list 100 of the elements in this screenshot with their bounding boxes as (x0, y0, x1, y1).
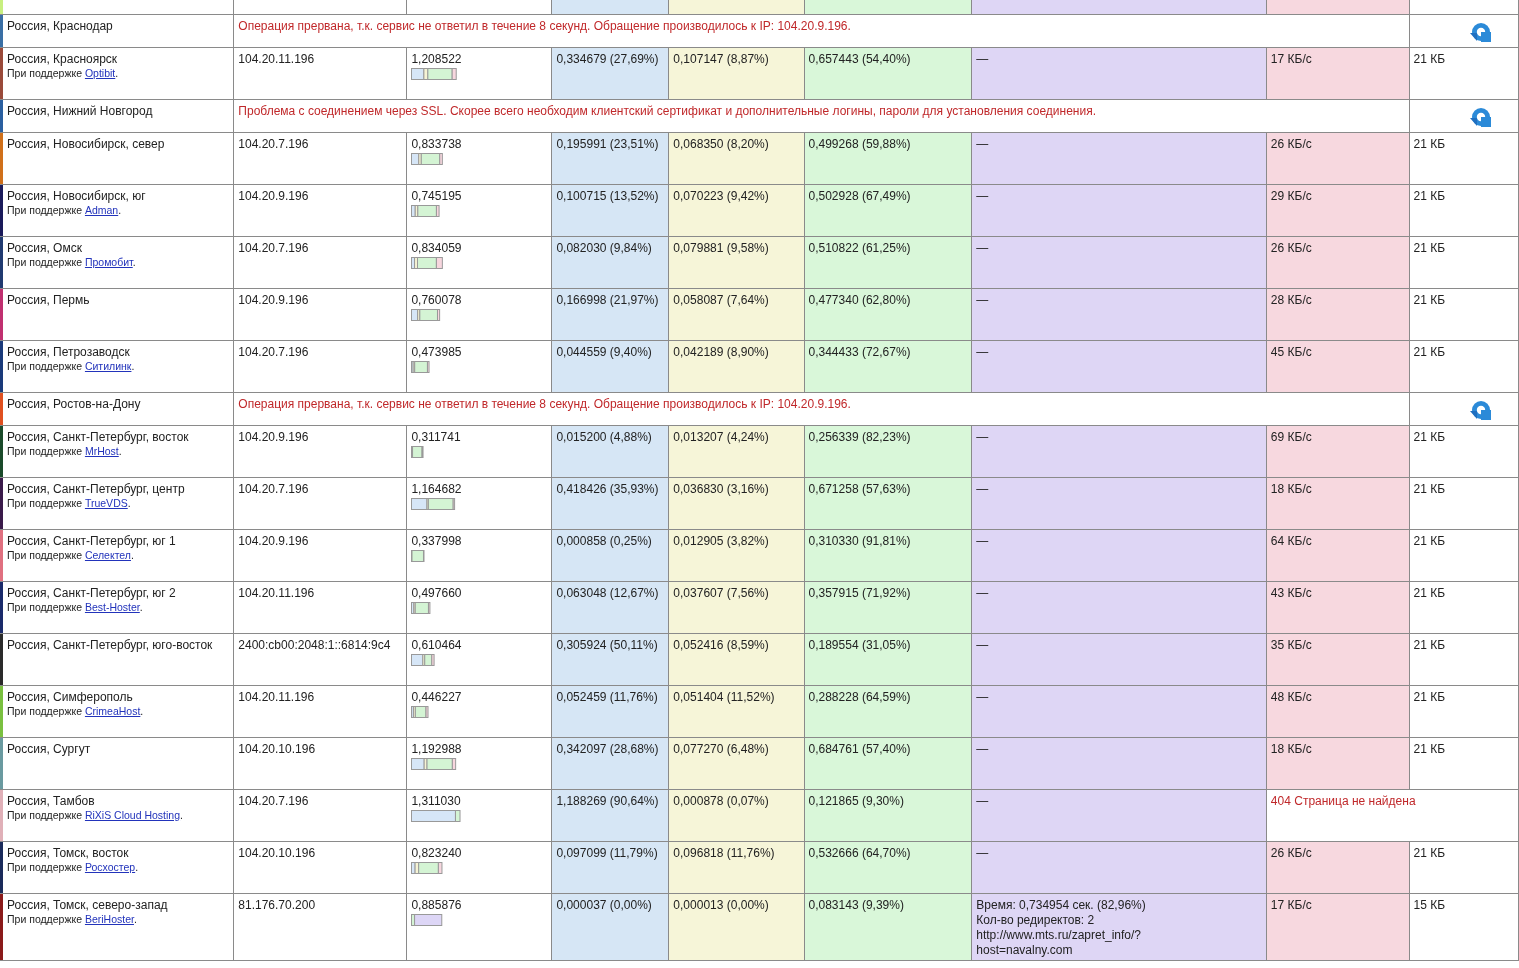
sponsor-link[interactable]: Промобит (84, 256, 133, 268)
download-speed: 29 КБ/с (1270, 189, 1312, 203)
connect-time: 0,000037 (0,00%) (556, 898, 652, 912)
download-speed: 43 КБ/с (1270, 586, 1312, 600)
sponsor-note: При поддержке Промобит. (7, 256, 137, 268)
sponsor-link[interactable]: MrHost (84, 445, 119, 457)
redirect-info: — (976, 586, 989, 600)
redirect-info: — (976, 482, 989, 496)
ip-address: 104.20.9.196 (238, 430, 309, 444)
ip-address: 104.20.11.196 (238, 586, 315, 600)
sponsor-note: При поддержке Optibit. (7, 67, 120, 79)
wait-time: 0,096818 (11,76%) (673, 846, 775, 860)
total-time: 0,823240 (411, 846, 462, 860)
ip-address: 104.20.7.196 (238, 137, 309, 151)
timing-bar-drawing (411, 153, 445, 165)
ip-address: 104.20.7.196 (238, 794, 309, 808)
download-time: 0,083143 (9,39%) (808, 898, 904, 912)
redirect-info: — (976, 430, 989, 444)
download-speed: 69 КБ/с (1270, 430, 1312, 444)
location-name: Россия, Санкт-Петербург, юг 1 (7, 534, 177, 549)
location-name: Россия, Омск (7, 241, 83, 256)
download-time: 0,477340 (62,80%) (808, 293, 911, 307)
refresh-icon[interactable] (1468, 399, 1492, 421)
timing-bar-drawing (411, 862, 444, 874)
timing-bar-drawing (411, 810, 462, 822)
download-speed: 35 КБ/с (1270, 638, 1312, 652)
connect-time: 0,342097 (28,68%) (556, 742, 659, 756)
wait-time: 0,000878 (0,07%) (673, 794, 769, 808)
connect-time: 0,100715 (13,52%) (556, 189, 659, 203)
redirect-info: — (976, 241, 989, 255)
download-speed: 18 КБ/с (1270, 482, 1312, 496)
page-size: 21 КБ (1413, 189, 1446, 203)
location-name: Россия, Санкт-Петербург, юг 2 (7, 586, 177, 601)
download-time: 0,288228 (64,59%) (808, 690, 911, 704)
download-speed: 45 КБ/с (1270, 345, 1312, 359)
sponsor-note: При поддержке TrueVDS. (7, 497, 132, 509)
redirect-info: — (976, 690, 989, 704)
sponsor-link[interactable]: TrueVDS (84, 497, 128, 509)
download-speed: 26 КБ/с (1270, 241, 1312, 255)
location-name: Россия, Санкт-Петербург, юго-восток (7, 638, 214, 653)
sponsor-note: При поддержке MrHost. (7, 445, 123, 457)
redirect-info: — (976, 52, 989, 66)
total-time: 0,834059 (411, 241, 462, 255)
refresh-icon[interactable] (1468, 106, 1492, 128)
sponsor-note: При поддержке Best-Hoster. (7, 601, 144, 613)
page-size: 21 КБ (1413, 345, 1446, 359)
ip-address: 81.176.70.200 (238, 898, 316, 912)
connect-time: 0,082030 (9,84%) (556, 241, 652, 255)
location-name: Россия, Пермь (7, 293, 91, 308)
wait-time: 0,058087 (7,64%) (673, 293, 769, 307)
timing-bar-drawing (411, 309, 442, 321)
error-message: Операция прервана, т.к. сервис не ответил в течение 8 секунд. Обращение производилось к IP: 104.20.9.196. (238, 19, 851, 33)
timing-bar-drawing (411, 446, 425, 458)
page-size: 21 КБ (1413, 846, 1446, 860)
redirect-info: — (976, 846, 989, 860)
timing-bar-drawing (411, 602, 432, 614)
ip-address: 104.20.7.196 (238, 241, 309, 255)
page-size: 21 КБ (1413, 137, 1446, 151)
redirect-info: http://www.mts.ru/zapret_info/? (976, 928, 1142, 942)
download-time: 0,510822 (61,25%) (808, 241, 911, 255)
page-size: 21 КБ (1413, 241, 1446, 255)
wait-time: 0,051404 (11,52%) (673, 690, 775, 704)
sponsor-note: При поддержке RiXiS Cloud Hosting. (7, 809, 184, 821)
total-time: 1,164682 (411, 482, 462, 496)
page-size: 21 КБ (1413, 534, 1446, 548)
ip-address: 104.20.11.196 (238, 52, 315, 66)
download-time: 0,310330 (91,81%) (808, 534, 911, 548)
timing-bar-drawing (411, 68, 459, 80)
location-name: Россия, Ростов-на-Дону (7, 397, 142, 412)
connect-time: 0,044559 (9,40%) (556, 345, 652, 359)
connect-time: 0,418426 (35,93%) (556, 482, 659, 496)
wait-time: 0,107147 (8,87%) (673, 52, 769, 66)
location-name: Россия, Сургут (7, 742, 92, 757)
sponsor-link[interactable]: Селектел (84, 549, 131, 561)
sponsor-link[interactable]: Best-Hoster (84, 601, 140, 613)
sponsor-note: При поддержке BeriHoster. (7, 913, 138, 925)
timing-bar-drawing (411, 498, 457, 510)
page-size: 21 КБ (1413, 586, 1446, 600)
page-size: 21 КБ (1413, 52, 1446, 66)
sponsor-link[interactable]: BeriHoster (84, 913, 134, 925)
total-time: 0,446227 (411, 690, 462, 704)
timing-bar-drawing (411, 758, 458, 770)
download-time: 0,189554 (31,05%) (808, 638, 911, 652)
timing-bar-drawing (411, 361, 431, 373)
refresh-icon[interactable] (1468, 21, 1492, 43)
total-time: 0,885876 (411, 898, 462, 912)
wait-time: 0,070223 (9,42%) (673, 189, 769, 203)
download-time: 0,121865 (9,30%) (808, 794, 904, 808)
redirect-info: — (976, 189, 989, 203)
download-speed: 17 КБ/с (1270, 52, 1312, 66)
redirect-info: — (976, 794, 989, 808)
ip-address: 104.20.10.196 (238, 742, 316, 756)
wait-time: 0,068350 (8,20%) (673, 137, 769, 151)
redirect-info: — (976, 638, 989, 652)
location-name: Россия, Санкт-Петербург, центр (7, 482, 186, 497)
wait-time: 0,000013 (0,00%) (673, 898, 769, 912)
total-time: 0,473985 (411, 345, 462, 359)
redirect-info: — (976, 345, 989, 359)
location-name: Россия, Краснодар (7, 19, 114, 34)
location-name: Россия, Томск, северо-запад (7, 898, 169, 913)
